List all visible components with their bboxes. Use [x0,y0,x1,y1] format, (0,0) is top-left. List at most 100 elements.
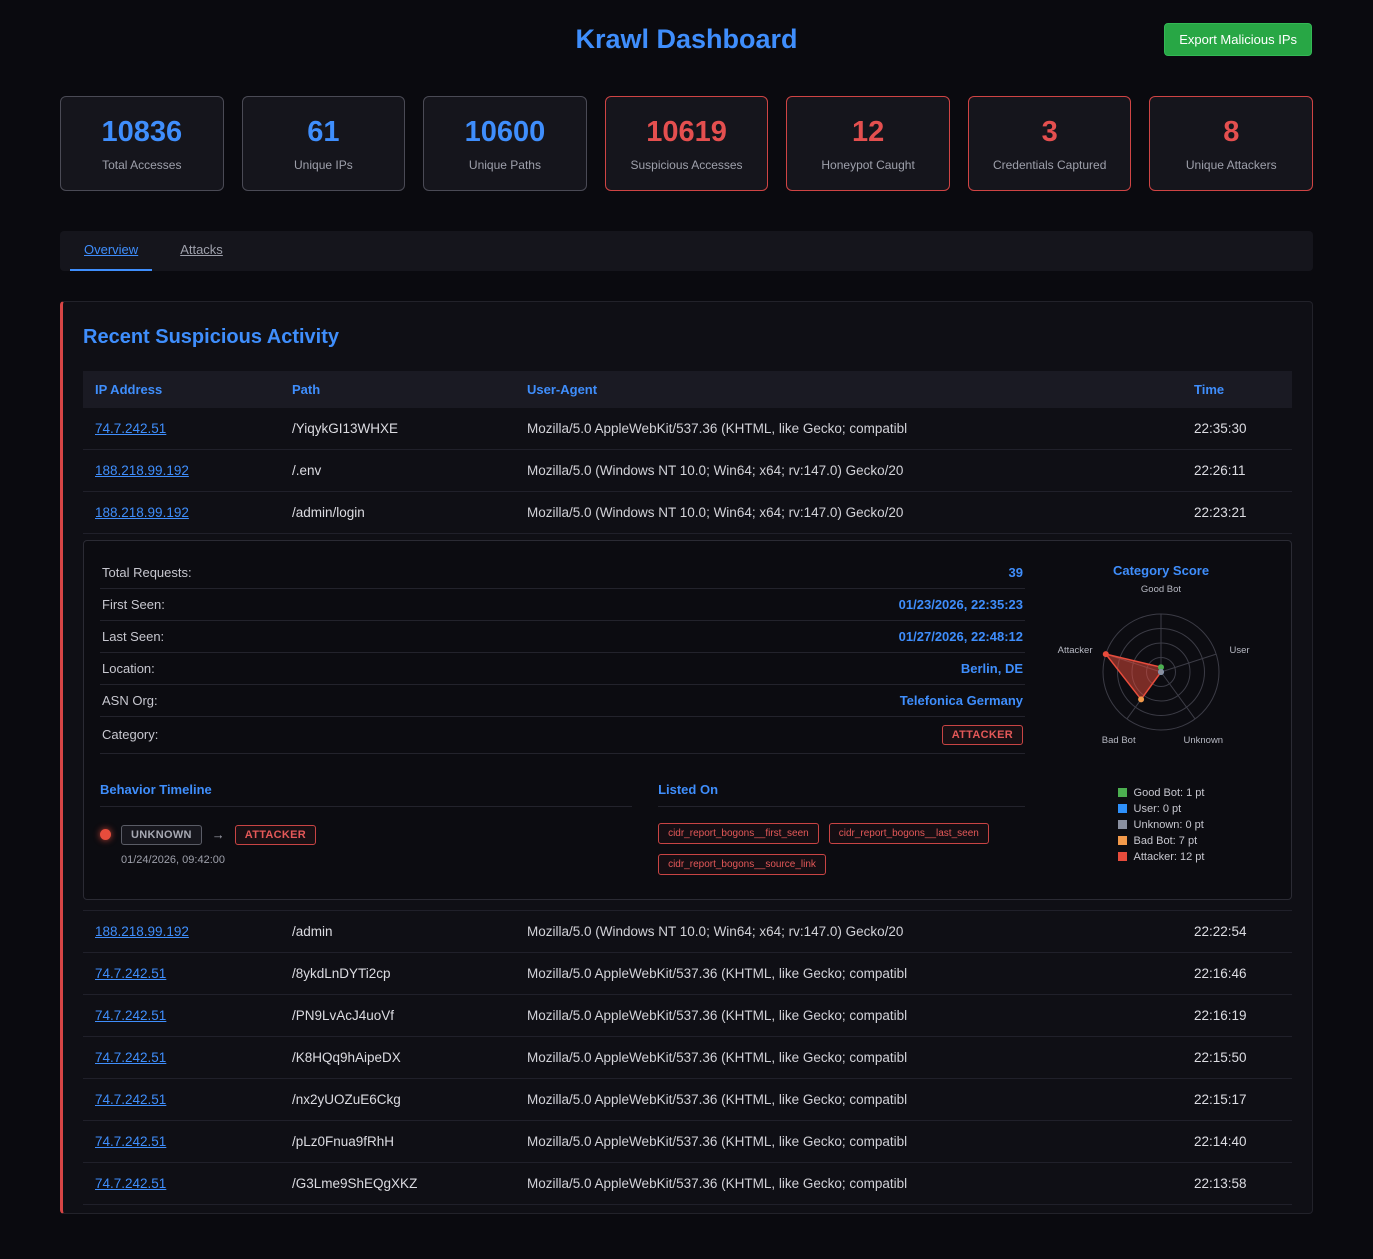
krawl-dashboard-page: Krawl Dashboard Export Malicious IPs 108… [0,0,1373,1232]
stat-value: 8 [1158,117,1304,149]
ip-link[interactable]: 74.7.242.51 [95,421,166,436]
time-cell: 22:26:11 [1182,449,1292,491]
ip-cell: 74.7.242.51 [83,408,280,450]
ip-link[interactable]: 74.7.242.51 [95,1092,166,1107]
column-header: Time [1182,371,1292,408]
recent-suspicious-activity-panel: Recent Suspicious Activity IP AddressPat… [60,301,1313,1214]
user-agent-cell: Mozilla/5.0 (Windows NT 10.0; Win64; x64… [515,910,1182,952]
listed-on-badge: cidr_report_bogons__source_link [658,854,826,875]
table-row[interactable]: 74.7.242.51/8ykdLnDYTi2cpMozilla/5.0 App… [83,952,1292,994]
ip-link[interactable]: 74.7.242.51 [95,1008,166,1023]
behavior-timeline-section: Behavior Timeline UNKNOWN → ATTACKER 01/… [100,782,632,875]
panel-title: Recent Suspicious Activity [83,326,1292,349]
export-malicious-ips-button[interactable]: Export Malicious IPs [1164,23,1312,56]
table-row[interactable]: 74.7.242.51/pLz0Fnua9fRhHMozilla/5.0 App… [83,1120,1292,1162]
legend-swatch [1118,852,1127,861]
user-agent-cell: Mozilla/5.0 AppleWebKit/537.36 (KHTML, l… [515,408,1182,450]
listed-on-title: Listed On [658,782,1025,807]
time-cell: 22:14:40 [1182,1120,1292,1162]
legend-label: User: 0 pt [1134,803,1182,815]
stat-label: Total Accesses [69,158,215,172]
table-row[interactable]: 74.7.242.51/PN9LvAcJ4uoVfMozilla/5.0 App… [83,994,1292,1036]
field-value: Telefonica Germany [900,693,1023,708]
path-cell: /pLz0Fnua9fRhH [280,1120,515,1162]
suspicious-activity-table: IP AddressPathUser-AgentTime 74.7.242.51… [83,371,1292,1205]
field-label: Category: [102,727,158,742]
timeline-to-badge: ATTACKER [235,825,316,845]
user-agent-cell: Mozilla/5.0 AppleWebKit/537.36 (KHTML, l… [515,994,1182,1036]
legend-item: Unknown: 0 pt [1118,819,1205,831]
ip-cell: 74.7.242.51 [83,1120,280,1162]
table-row[interactable]: 188.218.99.192/.envMozilla/5.0 (Windows … [83,449,1292,491]
timeline-item: UNKNOWN → ATTACKER [100,825,632,845]
ip-link[interactable]: 74.7.242.51 [95,1134,166,1149]
table-row[interactable]: 74.7.242.51/K8HQq9hAipeDXMozilla/5.0 App… [83,1036,1292,1078]
ip-link[interactable]: 188.218.99.192 [95,924,189,939]
stat-label: Unique Attackers [1158,158,1304,172]
tab-attacks[interactable]: Attacks [166,231,237,271]
stat-card: 10619Suspicious Accesses [605,96,769,191]
ip-link[interactable]: 74.7.242.51 [95,1176,166,1191]
time-cell: 22:15:17 [1182,1078,1292,1120]
field-label: First Seen: [102,597,165,612]
detail-field-row: Location: Berlin, DE [100,653,1025,685]
header: Krawl Dashboard Export Malicious IPs [0,0,1373,78]
table-row[interactable]: 188.218.99.192/admin/loginMozilla/5.0 (W… [83,491,1292,533]
path-cell: /nx2yUOZuE6Ckg [280,1078,515,1120]
stat-value: 12 [795,117,941,149]
stat-value: 10600 [432,117,578,149]
time-cell: 22:35:30 [1182,408,1292,450]
column-header: IP Address [83,371,280,408]
user-agent-cell: Mozilla/5.0 AppleWebKit/537.36 (KHTML, l… [515,1078,1182,1120]
detail-field-row: ASN Org:Telefonica Germany [100,685,1025,717]
legend-label: Bad Bot: 7 pt [1134,835,1198,847]
stat-label: Credentials Captured [977,158,1123,172]
ip-link[interactable]: 188.218.99.192 [95,463,189,478]
category-score-radar-chart: Good BotUserUnknownBad BotAttacker [1047,580,1275,776]
svg-text:Attacker: Attacker [1058,645,1093,656]
field-value: 01/27/2026, 22:48:12 [899,629,1023,644]
stat-label: Unique IPs [251,158,397,172]
legend-item: Bad Bot: 7 pt [1118,835,1205,847]
tab-overview[interactable]: Overview [70,231,152,271]
table-row[interactable]: 74.7.242.51/G3Lme9ShEQgXKZMozilla/5.0 Ap… [83,1162,1292,1204]
path-cell: /K8HQq9hAipeDX [280,1036,515,1078]
time-cell: 22:16:46 [1182,952,1292,994]
stat-card: 61 Unique IPs [242,96,406,191]
behavior-timeline-title: Behavior Timeline [100,782,632,807]
time-cell: 22:13:58 [1182,1162,1292,1204]
legend-label: Good Bot: 1 pt [1134,787,1205,799]
ip-cell: 74.7.242.51 [83,952,280,994]
stat-value: 10836 [69,117,215,149]
svg-text:User: User [1230,645,1250,656]
path-cell: /8ykdLnDYTi2cp [280,952,515,994]
field-label: Total Requests: [102,565,192,580]
ip-cell: 74.7.242.51 [83,1036,280,1078]
table-header-row: IP AddressPathUser-AgentTime [83,371,1292,408]
time-cell: 22:16:19 [1182,994,1292,1036]
listed-on-badge: cidr_report_bogons__last_seen [829,823,989,844]
ip-link[interactable]: 74.7.242.51 [95,1050,166,1065]
table-row[interactable]: 74.7.242.51/nx2yUOZuE6CkgMozilla/5.0 App… [83,1078,1292,1120]
timeline-from-badge: UNKNOWN [121,825,202,845]
table-row[interactable]: 188.218.99.192/adminMozilla/5.0 (Windows… [83,910,1292,952]
table-row[interactable]: 74.7.242.51/YiqykGI13WHXEMozilla/5.0 App… [83,408,1292,450]
stat-value: 61 [251,117,397,149]
legend-item: Good Bot: 1 pt [1118,787,1205,799]
field-label: Location: [102,661,155,676]
path-cell: /admin [280,910,515,952]
timeline-dot-icon [100,829,111,840]
field-value: Berlin, DE [961,661,1023,676]
ip-detail-panel: Total Requests:39First Seen:01/23/2026, … [83,540,1292,900]
stat-label: Unique Paths [432,158,578,172]
stat-label: Honeypot Caught [795,158,941,172]
stat-card: 12 Honeypot Caught [786,96,950,191]
ip-link[interactable]: 188.218.99.192 [95,505,189,520]
category-badge: ATTACKER [942,725,1023,745]
expanded-detail-row: Total Requests:39First Seen:01/23/2026, … [83,533,1292,910]
legend-label: Unknown: 0 pt [1134,819,1204,831]
listed-on-badge: cidr_report_bogons__first_seen [658,823,819,844]
ip-cell: 74.7.242.51 [83,1162,280,1204]
legend-item: User: 0 pt [1118,803,1205,815]
ip-link[interactable]: 74.7.242.51 [95,966,166,981]
